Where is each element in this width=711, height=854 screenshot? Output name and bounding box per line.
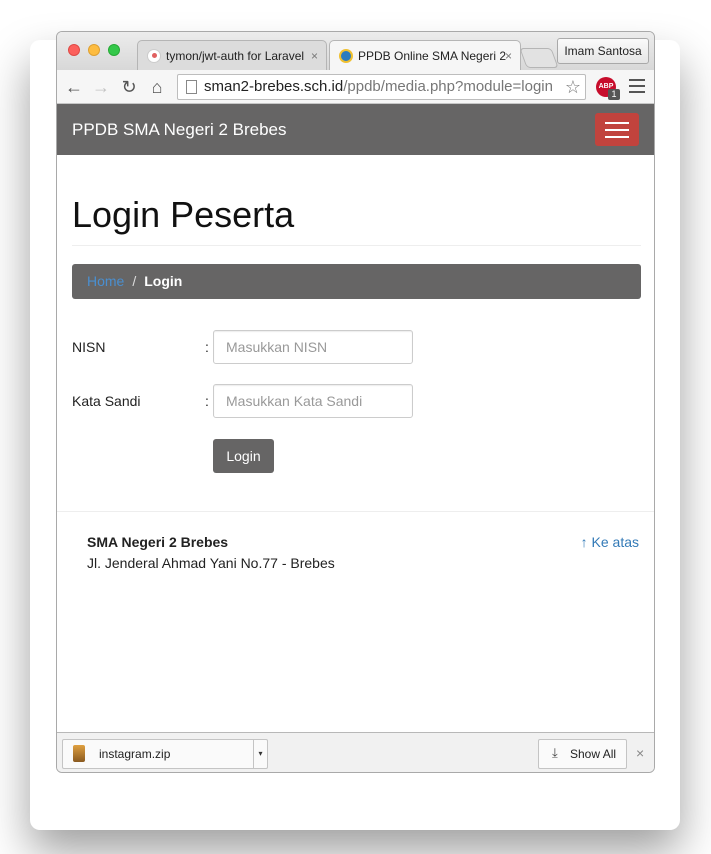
- nisn-row: NISN :: [72, 330, 641, 364]
- bookmark-star-icon[interactable]: ☆: [565, 75, 581, 99]
- nisn-colon: :: [205, 339, 209, 355]
- tab-strip: tymon/jwt-auth for Laravel × PPDB Online…: [57, 32, 654, 70]
- tab-jwt-auth[interactable]: tymon/jwt-auth for Laravel ×: [137, 40, 327, 70]
- url-path: /ppdb/media.php?module=login: [343, 78, 553, 95]
- page-icon: [186, 80, 197, 94]
- page-content: PPDB SMA Negeri 2 Brebes Login Peserta H…: [57, 104, 654, 732]
- breadcrumb-current: Login: [144, 273, 183, 289]
- address-bar[interactable]: sman2-brebes.sch.id/ppdb/media.php?modul…: [177, 74, 586, 100]
- adblock-count-badge: 1: [608, 89, 620, 100]
- footer-school-name: SMA Negeri 2 Brebes: [87, 534, 229, 550]
- new-tab-button[interactable]: [519, 48, 559, 68]
- breadcrumb-home-link[interactable]: Home: [87, 273, 124, 289]
- nisn-input[interactable]: [213, 330, 413, 364]
- browser-menu-icon[interactable]: [629, 79, 645, 93]
- password-label: Kata Sandi: [72, 393, 141, 409]
- back-to-top-label: Ke atas: [591, 534, 639, 550]
- close-window-icon[interactable]: [68, 44, 80, 56]
- back-arrow-icon[interactable]: ←: [63, 76, 85, 98]
- footer-address: Jl. Jenderal Ahmad Yani No.77 - Brebes: [87, 555, 335, 571]
- reload-icon[interactable]: ↻: [118, 76, 140, 98]
- zip-file-icon: [73, 745, 85, 762]
- minimize-window-icon[interactable]: [88, 44, 100, 56]
- forward-arrow-icon[interactable]: →: [90, 76, 112, 98]
- github-favicon-icon: [147, 49, 161, 63]
- close-download-bar-icon[interactable]: ×: [636, 745, 644, 761]
- tab-title: PPDB Online SMA Negeri 2: [358, 49, 507, 63]
- download-icon: ⤓: [552, 745, 558, 760]
- profile-button[interactable]: Imam Santosa: [557, 38, 649, 64]
- tab-close-icon[interactable]: ×: [505, 41, 512, 70]
- url-host: sman2-brebes.sch.id: [204, 78, 344, 95]
- password-input[interactable]: [213, 384, 413, 418]
- tab-close-icon[interactable]: ×: [311, 41, 318, 70]
- show-all-label: Show All: [570, 747, 617, 761]
- browser-toolbar: ← → ↻ ⌂ sman2-brebes.sch.id/ppdb/media.p…: [57, 70, 654, 104]
- hamburger-menu-icon[interactable]: [595, 113, 639, 146]
- download-file-name: instagram.zip: [99, 747, 171, 761]
- download-bar: instagram.zip ▾ ⤓ Show All ×: [57, 732, 654, 772]
- page-title: Login Peserta: [72, 194, 641, 246]
- maximize-window-icon[interactable]: [108, 44, 120, 56]
- back-to-top-link[interactable]: ↑ Ke atas: [581, 534, 639, 550]
- breadcrumb: Home / Login: [72, 264, 641, 299]
- arrow-up-icon: ↑: [580, 534, 588, 550]
- login-button[interactable]: Login: [213, 439, 274, 473]
- show-all-downloads-button[interactable]: ⤓ Show All: [538, 739, 627, 769]
- site-navbar: PPDB SMA Negeri 2 Brebes: [57, 104, 654, 155]
- password-colon: :: [205, 393, 209, 409]
- download-options-caret-icon[interactable]: ▾: [253, 740, 267, 768]
- site-brand[interactable]: PPDB SMA Negeri 2 Brebes: [72, 104, 286, 155]
- tab-ppdb-online[interactable]: PPDB Online SMA Negeri 2 ×: [329, 40, 521, 70]
- home-icon[interactable]: ⌂: [146, 76, 168, 98]
- password-row: Kata Sandi :: [72, 384, 641, 418]
- download-item[interactable]: instagram.zip ▾: [62, 739, 268, 769]
- school-favicon-icon: [339, 49, 353, 63]
- browser-window: tymon/jwt-auth for Laravel × PPDB Online…: [56, 31, 655, 773]
- footer-divider: [57, 511, 654, 512]
- tab-title: tymon/jwt-auth for Laravel: [166, 49, 305, 63]
- nisn-label: NISN: [72, 339, 106, 355]
- breadcrumb-separator: /: [132, 273, 137, 289]
